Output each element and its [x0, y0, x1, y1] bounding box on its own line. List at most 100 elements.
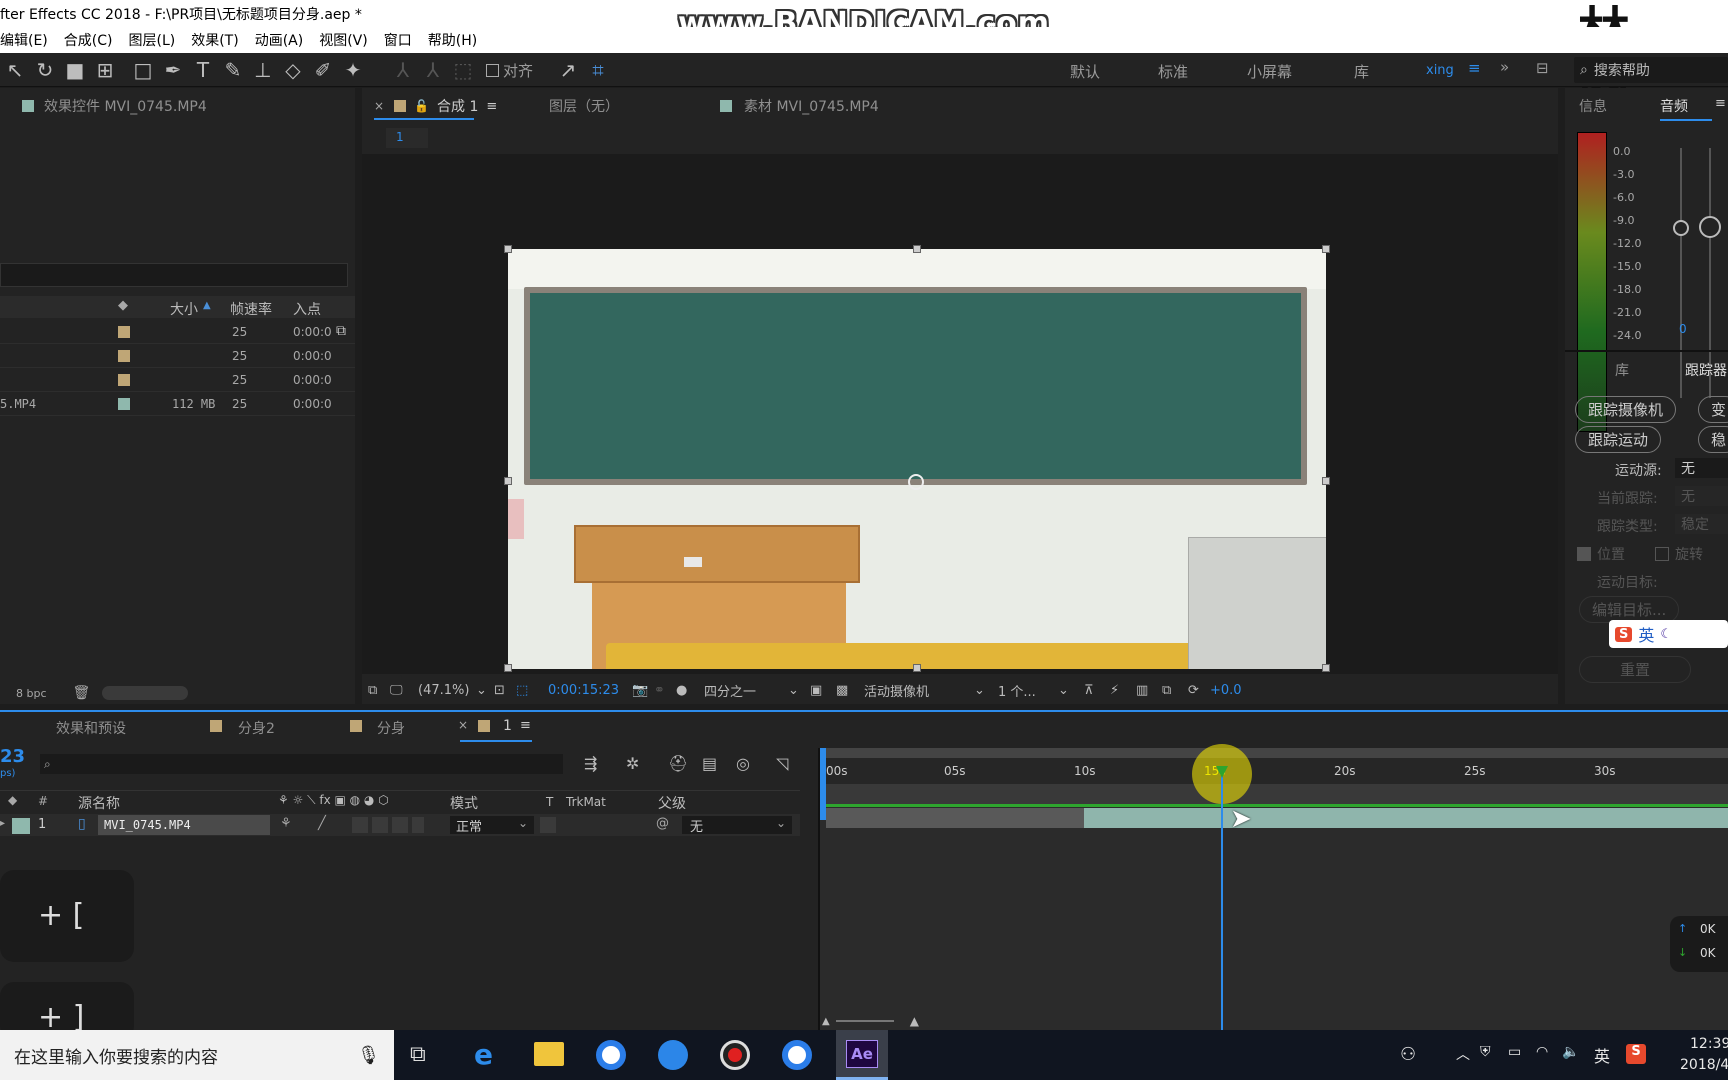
column-size[interactable]: 大小: [170, 299, 198, 319]
graph-editor-icon[interactable]: ◹: [776, 754, 788, 773]
rotate-checkbox[interactable]: [1655, 547, 1669, 561]
list-item[interactable]: 5.MP4 112 MB 25 0:00:0: [0, 392, 355, 416]
camera-tool-icon[interactable]: ■: [60, 58, 90, 82]
column-source-name[interactable]: 源名称: [78, 793, 120, 813]
task-view-icon[interactable]: ⧉: [410, 1042, 426, 1067]
eraser-tool-icon[interactable]: ◇: [278, 58, 308, 82]
time-graph[interactable]: 00s 05s 10s 15s 20s 25s 30s ➤: [820, 744, 1728, 1030]
show-hidden-icons[interactable]: ︿: [1456, 1044, 1470, 1064]
battery-icon[interactable]: ▭: [1508, 1044, 1521, 1060]
tab-menu-icon[interactable]: ≡: [486, 99, 497, 114]
rotate-tool-icon[interactable]: ↻: [30, 58, 60, 82]
workspace-default[interactable]: 默认: [1070, 61, 1100, 82]
dropdown-chevron-icon[interactable]: ⌄: [788, 683, 810, 698]
layer-name[interactable]: MVI_0745.MP4: [98, 815, 270, 835]
clone-stamp-tool-icon[interactable]: ⊥: [248, 58, 278, 82]
zoom-out-icon[interactable]: ▲: [822, 1016, 830, 1027]
roto-brush-tool-icon[interactable]: ✐: [308, 58, 338, 82]
label-swatch[interactable]: [12, 818, 30, 834]
pick-whip-icon[interactable]: @: [656, 816, 669, 831]
list-item[interactable]: 25 0:00:0: [0, 344, 355, 368]
dropdown-chevron-icon[interactable]: ⌄: [1058, 683, 1084, 698]
current-time[interactable]: 23: [0, 746, 25, 767]
menu-composition[interactable]: 合成(C): [64, 30, 113, 50]
zoom-slider[interactable]: [835, 1020, 894, 1022]
sogou-browser-icon[interactable]: [658, 1040, 688, 1070]
layer-switches[interactable]: [352, 817, 424, 833]
column-parent[interactable]: 父级: [658, 793, 686, 813]
transform-handle[interactable]: [913, 664, 921, 672]
expand-arrow-icon[interactable]: ▸: [0, 818, 5, 829]
monitor-icon[interactable]: 🖵: [390, 683, 412, 698]
track-camera-button[interactable]: 跟踪摄像机: [1575, 396, 1677, 423]
wifi-icon[interactable]: ◠: [1536, 1044, 1548, 1060]
always-preview-icon[interactable]: ⧉: [368, 683, 390, 698]
more-workspaces-icon[interactable]: »: [1500, 58, 1509, 76]
snap-options-icon[interactable]: ↗: [553, 58, 583, 82]
shy-layers-icon[interactable]: ⛑: [668, 754, 688, 773]
tab-comp-1[interactable]: 1: [503, 718, 512, 734]
close-tab-icon[interactable]: ×: [374, 99, 384, 113]
draft-3d-icon[interactable]: ✲: [626, 754, 639, 773]
dropdown-chevron-icon[interactable]: ⌄: [476, 683, 494, 698]
tab-comp-split[interactable]: 分身: [377, 718, 405, 738]
dropdown-chevron-icon[interactable]: ⌄: [974, 683, 992, 698]
anchor-point-icon[interactable]: [908, 474, 924, 490]
flowchart-icon[interactable]: ⧉: [336, 323, 346, 339]
edge-browser-icon[interactable]: e: [474, 1038, 493, 1071]
preserve-transparency-toggle[interactable]: [540, 817, 556, 833]
exposure-value[interactable]: +0.0: [1210, 683, 1250, 698]
comp-mini-flowchart-icon[interactable]: ⇶: [584, 754, 597, 773]
column-trkmat[interactable]: TrkMat: [566, 795, 606, 809]
shy-switch-icon[interactable]: ⚘: [280, 816, 292, 831]
workspace-editor-icon[interactable]: ⊟: [1536, 59, 1549, 77]
position-checkbox[interactable]: [1577, 547, 1591, 561]
puppet-pin-tool-icon[interactable]: ✦: [338, 58, 368, 82]
file-explorer-icon[interactable]: [534, 1042, 564, 1066]
project-scrollbar[interactable]: [102, 686, 189, 700]
after-effects-taskbar-button[interactable]: Ae: [836, 1030, 888, 1080]
lock-icon[interactable]: 🔓: [414, 99, 429, 113]
axis-world-icon[interactable]: ⅄: [418, 58, 448, 82]
close-tab-icon[interactable]: ×: [458, 718, 468, 732]
workspace-menu-icon[interactable]: ≡: [1468, 59, 1481, 77]
track-type-select[interactable]: 稳定: [1675, 514, 1728, 534]
trash-icon[interactable]: 🗑: [73, 685, 91, 701]
people-icon[interactable]: ⚇: [1400, 1044, 1416, 1065]
column-fps[interactable]: 帧速率: [230, 299, 272, 319]
tab-menu-icon[interactable]: ≡: [520, 718, 531, 733]
tab-comp-split2[interactable]: 分身2: [238, 718, 275, 738]
column-mode[interactable]: 模式: [450, 793, 478, 813]
workspace-small-screen[interactable]: 小屏幕: [1247, 61, 1292, 82]
project-search-input[interactable]: [0, 263, 348, 287]
volume-slider-knob[interactable]: [1673, 220, 1689, 236]
current-time-indicator[interactable]: [1221, 766, 1223, 1030]
transform-handle[interactable]: [504, 245, 512, 253]
list-item[interactable]: 25 0:00:0: [0, 368, 355, 392]
tab-info[interactable]: 信息: [1579, 96, 1607, 116]
track-motion-button[interactable]: 跟踪运动: [1575, 426, 1662, 453]
axis-view-icon[interactable]: ⬚: [448, 58, 478, 82]
time-ruler[interactable]: 00s 05s 10s 15s 20s 25s 30s: [820, 758, 1728, 784]
viewer-timecode[interactable]: 0:00:15:23: [548, 683, 632, 698]
label-column-icon[interactable]: ◆: [118, 298, 128, 313]
reset-exposure-icon[interactable]: ⟳: [1188, 683, 1210, 698]
ime-indicator[interactable]: 英: [1594, 1043, 1610, 1067]
show-snapshot-icon[interactable]: ⚭: [654, 683, 676, 698]
pan-behind-tool-icon[interactable]: ⊞: [90, 58, 120, 82]
security-icon[interactable]: ⛨: [1480, 1044, 1491, 1060]
flowchart-icon[interactable]: ⧉: [1162, 683, 1188, 698]
volume-slider-knob[interactable]: [1699, 216, 1721, 238]
menu-help[interactable]: 帮助(H): [428, 30, 477, 50]
column-in-point[interactable]: 入点: [293, 299, 321, 319]
column-t[interactable]: T: [546, 795, 553, 809]
motion-blur-icon[interactable]: ◎: [736, 754, 750, 773]
menu-edit[interactable]: 编辑(E): [0, 30, 48, 50]
table-row[interactable]: ▸ 1 ▯ MVI_0745.MP4 ⚘ ╱ 正常 ⌄ @ 无 ⌄: [0, 814, 800, 836]
quality-switch-icon[interactable]: ╱: [318, 816, 326, 831]
axis-local-icon[interactable]: ⅄: [388, 58, 418, 82]
transform-handle[interactable]: [1322, 477, 1330, 485]
camera-select[interactable]: 活动摄像机: [864, 681, 974, 700]
browser-icon[interactable]: [782, 1040, 812, 1070]
toggle-pixel-aspect-icon[interactable]: ⊼: [1084, 683, 1110, 698]
